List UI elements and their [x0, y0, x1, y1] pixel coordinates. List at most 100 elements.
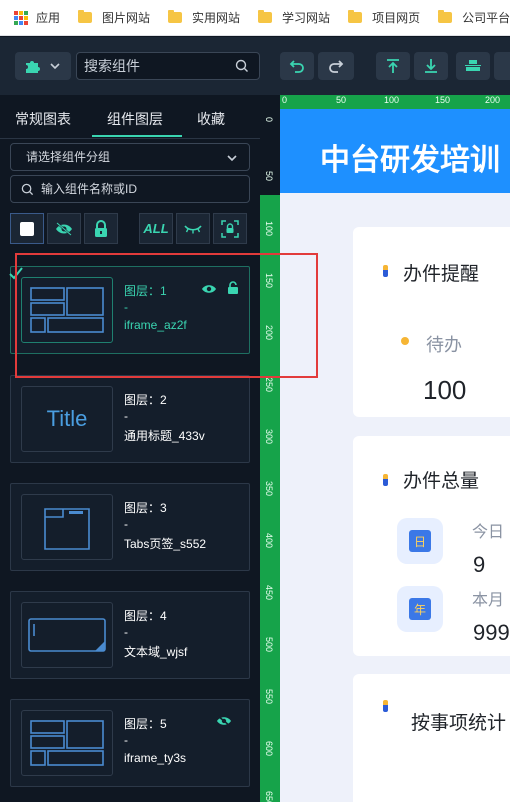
- tab-layers[interactable]: 组件图层: [107, 109, 163, 129]
- vertical-ruler: 0 50 100 150 200 250 300 350 400 450 500…: [260, 95, 280, 802]
- bookmark-label: 应用: [36, 11, 61, 25]
- total-widget[interactable]: 办件总量 日 今日 9 年 本月 999: [353, 436, 510, 656]
- editor-toolbar: 搜索组件: [0, 37, 510, 95]
- horizontal-ruler: 0 50 100 150 200: [280, 95, 510, 109]
- ruler-label: 0: [282, 95, 288, 105]
- folder-icon: [438, 10, 453, 23]
- hide-button[interactable]: [47, 213, 81, 244]
- more-button[interactable]: [494, 52, 510, 80]
- layer-number: 图层：2: [124, 393, 167, 407]
- layer-card-3[interactable]: 图层：3 - Tabs页签_s552: [10, 483, 250, 571]
- component-menu-button[interactable]: [15, 52, 71, 80]
- group-select[interactable]: 请选择组件分组: [10, 143, 250, 171]
- layer-card-2[interactable]: Title 图层：2 - 通用标题_433v: [10, 375, 250, 463]
- layer-card-4[interactable]: 图层：4 - 文本域_wjsf: [10, 591, 250, 679]
- bookmark-label: 图片网站: [102, 11, 151, 25]
- ruler-label: 550: [264, 689, 274, 705]
- move-up-button[interactable]: [456, 52, 490, 80]
- layer-separator: -: [124, 409, 128, 423]
- layer-search-placeholder: 输入组件名称或ID: [41, 182, 138, 196]
- redo-button[interactable]: [318, 52, 354, 80]
- folder-icon: [258, 10, 273, 23]
- bookmark-folder[interactable]: 学习网站: [258, 9, 330, 26]
- ruler-label: 350: [264, 481, 274, 497]
- checkbox-icon: [20, 221, 34, 236]
- ruler-label: 450: [264, 585, 274, 601]
- panel-tabs: 常规图表 组件图层 收藏: [0, 95, 260, 139]
- filter-locked-button[interactable]: [213, 213, 247, 244]
- tabs-icon: [44, 508, 90, 550]
- calendar-glyph: 日: [409, 530, 431, 552]
- bookmark-label: 项目网页: [372, 11, 421, 25]
- component-search-input[interactable]: 搜索组件: [76, 52, 260, 80]
- widget-title: 办件总量: [403, 471, 480, 492]
- tab-favorites[interactable]: 收藏: [197, 109, 225, 129]
- grid-layout-icon: [30, 720, 104, 766]
- ruler-label: 50: [336, 95, 347, 105]
- layer-card-5[interactable]: 图层：5 - iframe_ty3s: [10, 699, 250, 787]
- redo-icon: [329, 60, 344, 73]
- widget-title: 按事项统计: [411, 713, 507, 734]
- search-icon: [21, 183, 34, 196]
- layer-name: iframe_ty3s: [124, 751, 187, 765]
- title-marker-icon: [383, 474, 388, 486]
- tab-charts[interactable]: 常规图表: [15, 109, 71, 129]
- folder-icon: [168, 10, 183, 23]
- calendar-day-icon: 日: [397, 518, 443, 564]
- layer-thumbnail: [21, 710, 113, 776]
- bookmarks-bar: 应用 图片网站 实用网站 学习网站 项目网页 公司平台: [0, 0, 510, 36]
- banner-component[interactable]: 中台研发培训: [280, 109, 510, 193]
- undo-button[interactable]: [280, 52, 314, 80]
- widget-title: 办件提醒: [403, 264, 480, 285]
- design-canvas[interactable]: 中台研发培训 办件提醒 待办 100 办件总量 日 今日 9 年 本月 999 …: [280, 109, 510, 802]
- layer-number: 图层：4: [124, 609, 167, 623]
- bookmark-folder[interactable]: 图片网站: [78, 9, 150, 26]
- lock-button[interactable]: [84, 213, 118, 244]
- bookmark-label: 实用网站: [192, 11, 241, 25]
- ruler-label: 150: [435, 95, 451, 105]
- layer-thumbnail: Title: [21, 386, 113, 452]
- pending-label: 待办: [426, 335, 462, 355]
- ruler-label: 600: [264, 741, 274, 757]
- bookmark-folder[interactable]: 实用网站: [168, 9, 240, 26]
- month-value: 999: [473, 620, 510, 645]
- lock-icon: [95, 219, 107, 237]
- filter-all-button[interactable]: ALL: [139, 213, 173, 244]
- puzzle-icon: [26, 61, 40, 73]
- chevron-down-icon: [50, 63, 60, 70]
- selection-highlight: [15, 253, 318, 378]
- active-tab-indicator: [92, 135, 182, 137]
- search-icon: [235, 59, 248, 72]
- eye-off-icon[interactable]: [216, 715, 232, 727]
- apps-icon: [14, 10, 28, 25]
- move-bottom-button[interactable]: [414, 52, 448, 80]
- bookmark-label: 学习网站: [282, 11, 331, 25]
- filter-hidden-button[interactable]: [176, 213, 210, 244]
- bookmark-label: 公司平台: [462, 11, 510, 25]
- layer-separator: -: [124, 625, 128, 639]
- item-stats-widget[interactable]: 按事项统计: [353, 674, 510, 802]
- search-placeholder: 搜索组件: [84, 58, 140, 74]
- ruler-label: 0: [264, 117, 274, 123]
- eye-off-icon: [56, 221, 72, 236]
- layer-number: 图层：3: [124, 501, 167, 515]
- select-all-button[interactable]: [10, 213, 44, 244]
- arrow-to-top-icon: [387, 59, 399, 73]
- move-top-button[interactable]: [376, 52, 410, 80]
- layer-search-input[interactable]: 输入组件名称或ID: [10, 175, 250, 203]
- title-marker-icon: [383, 700, 388, 712]
- title-marker-icon: [383, 265, 388, 277]
- bookmark-apps[interactable]: 应用: [14, 9, 60, 26]
- bookmark-folder[interactable]: 公司平台: [438, 9, 510, 26]
- ruler-label: 100: [264, 221, 274, 237]
- reminder-widget[interactable]: 办件提醒 待办 100: [353, 227, 510, 417]
- layer-panel: 常规图表 组件图层 收藏 请选择组件分组 输入组件名称或ID ALL 图层：1 …: [0, 95, 260, 802]
- layer-thumbnail: [21, 494, 113, 560]
- ruler-label: 50: [264, 171, 274, 182]
- banner-title: 中台研发培训: [320, 144, 500, 177]
- calendar-glyph: 年: [409, 598, 431, 620]
- align-icon: [465, 60, 481, 71]
- bookmark-folder[interactable]: 项目网页: [348, 9, 420, 26]
- folder-icon: [78, 10, 93, 23]
- undo-icon: [289, 60, 304, 73]
